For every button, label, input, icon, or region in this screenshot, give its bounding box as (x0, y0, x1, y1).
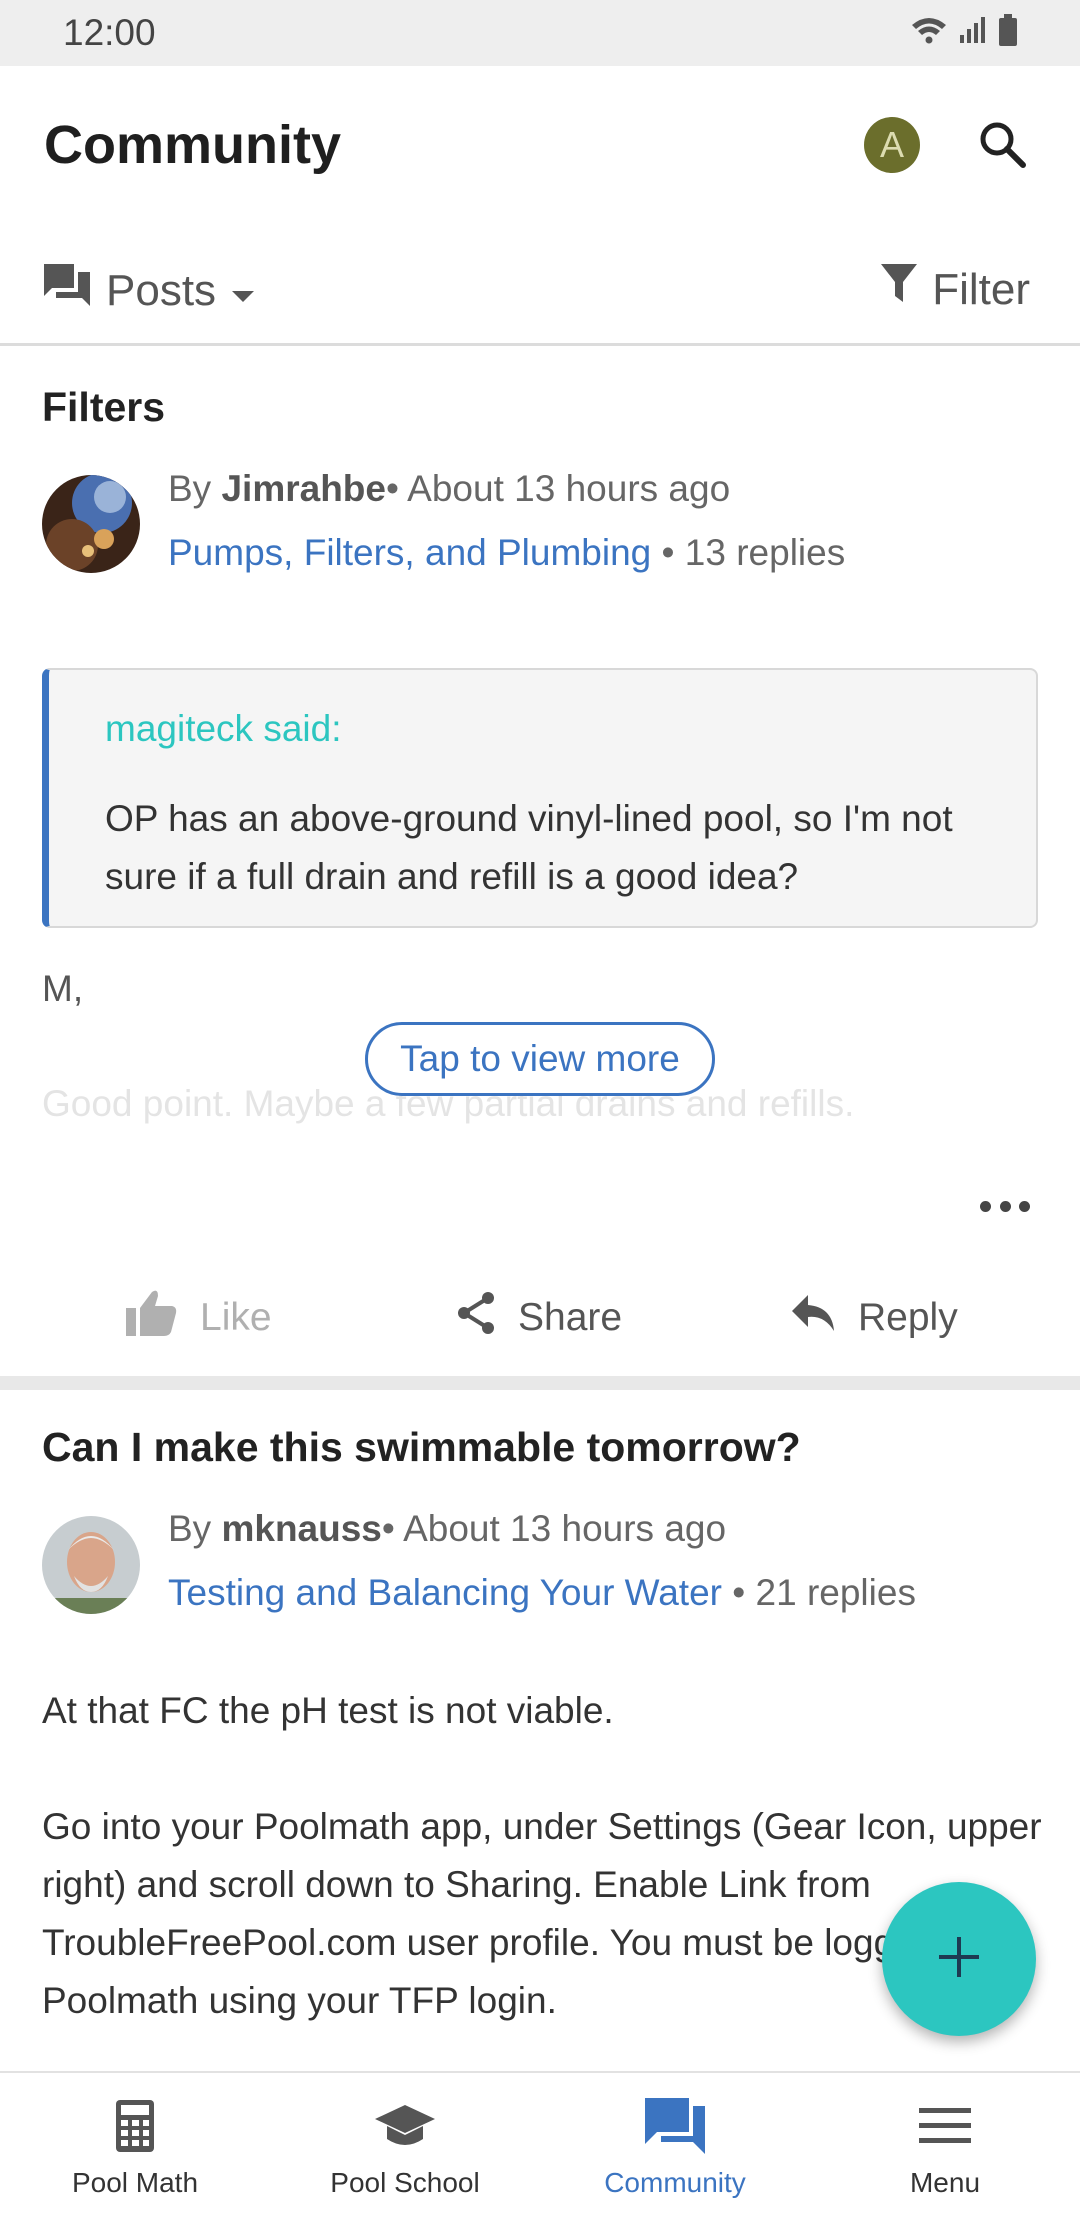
battery-icon (998, 14, 1018, 51)
quote-block: magiteck said: OP has an above-ground vi… (42, 668, 1038, 928)
author-name[interactable]: mknauss (221, 1508, 381, 1549)
posts-dropdown[interactable]: Posts (42, 262, 256, 319)
tap-to-view-more-button[interactable]: Tap to view more (365, 1022, 715, 1096)
reply-label: Reply (858, 1296, 958, 1339)
post-feed[interactable]: Filters By Jimrahbe• About 13 hours ago … (0, 348, 1080, 2071)
reply-count: • 21 replies (732, 1572, 916, 1613)
forum-link[interactable]: Testing and Balancing Your Water (168, 1572, 722, 1613)
like-button[interactable]: Like (124, 1268, 272, 1368)
bottom-nav: Pool Math Pool School Community Menu (0, 2071, 1080, 2220)
by-label: By (168, 468, 212, 509)
nav-item-menu[interactable]: Menu (810, 2073, 1080, 2220)
filter-button[interactable]: Filter (880, 262, 1030, 317)
calculator-icon (115, 2099, 155, 2158)
post-meta: By Jimrahbe• About 13 hours ago (168, 468, 730, 510)
more-options-button[interactable] (980, 1196, 1030, 1216)
post-meta: By mknauss• About 13 hours ago (168, 1508, 726, 1550)
nav-label: Menu (909, 2167, 981, 2198)
nav-item-pool-school[interactable]: Pool School (270, 2073, 540, 2220)
status-icons (910, 14, 1018, 51)
nav-label: Pool School (330, 2167, 480, 2198)
filter-icon (880, 262, 918, 317)
share-label: Share (518, 1296, 623, 1339)
by-label: By (168, 1508, 212, 1549)
like-label: Like (200, 1296, 272, 1339)
new-post-button[interactable] (882, 1882, 1036, 2036)
post-divider (0, 1376, 1080, 1390)
thumbs-up-icon (124, 1288, 178, 1348)
post-title[interactable]: Filters (42, 384, 165, 431)
share-button[interactable]: Share (456, 1268, 622, 1368)
nav-label: Community (604, 2167, 746, 2198)
nav-item-community[interactable]: Community (540, 2073, 810, 2220)
search-icon (976, 118, 1028, 175)
menu-icon (919, 2106, 971, 2151)
page-title: Community (44, 115, 341, 175)
quote-text: OP has an above-ground vinyl-lined pool,… (105, 798, 953, 897)
post-time: • About 13 hours ago (385, 468, 731, 509)
nav-label: Pool Math (71, 2167, 199, 2198)
quote-author[interactable]: magiteck said: (105, 708, 342, 750)
avatar[interactable] (42, 475, 140, 573)
status-bar: 12:00 (0, 0, 1080, 66)
post-title[interactable]: Can I make this swimmable tomorrow? (42, 1424, 801, 1471)
post-forum-line: Pumps, Filters, and Plumbing • 13 replie… (168, 532, 845, 574)
dot (1019, 1200, 1030, 1212)
dot (999, 1200, 1011, 1212)
nav-item-pool-math[interactable]: Pool Math (0, 2073, 270, 2220)
graduation-cap-icon (373, 2103, 437, 2154)
filter-label: Filter (932, 264, 1030, 314)
post-time: • About 13 hours ago (381, 1508, 727, 1549)
post-body: M, (42, 968, 84, 1009)
app-header: Community A (0, 66, 1080, 216)
account-avatar[interactable]: A (864, 117, 920, 173)
signal-icon (958, 15, 988, 50)
dot (980, 1200, 991, 1212)
avatar[interactable] (42, 1516, 140, 1614)
feed-toolbar: Posts Filter (0, 216, 1080, 346)
post-actions: Like Share Reply (0, 1268, 1080, 1368)
forum-icon (42, 262, 92, 319)
reply-count: • 13 replies (661, 532, 846, 573)
forum-link[interactable]: Pumps, Filters, and Plumbing (168, 532, 651, 573)
author-name[interactable]: Jimrahbe (221, 468, 386, 509)
share-icon (456, 1291, 496, 1345)
wifi-icon (910, 15, 948, 50)
status-time: 12:00 (63, 12, 156, 53)
search-button[interactable] (970, 114, 1034, 178)
post-body: At that FC the pH test is not viable. (42, 1690, 614, 1731)
dropdown-arrow-icon (230, 266, 256, 316)
plus-icon (937, 1935, 981, 1984)
post-forum-line: Testing and Balancing Your Water • 21 re… (168, 1572, 916, 1614)
chat-icon (643, 2096, 707, 2161)
reply-icon (790, 1293, 836, 1343)
posts-label: Posts (106, 265, 217, 315)
reply-button[interactable]: Reply (790, 1268, 958, 1368)
